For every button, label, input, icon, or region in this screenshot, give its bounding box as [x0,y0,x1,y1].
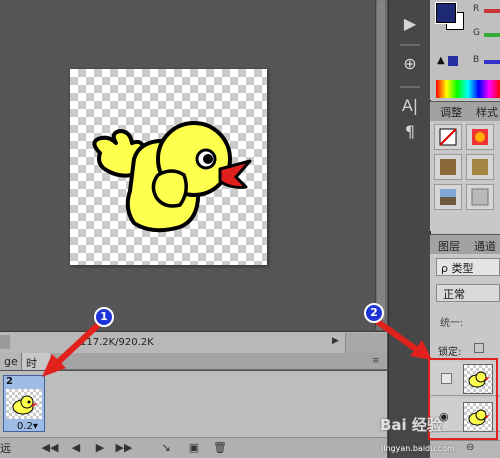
style-glow-icon[interactable] [466,124,494,150]
foreground-color-swatch[interactable] [436,3,456,23]
duplicate-frame-icon[interactable]: ▣ [184,438,204,457]
first-frame-icon[interactable]: ◀◀ [40,438,60,457]
character-icon[interactable]: A| [396,92,424,120]
step-badge-1: 1 [94,307,114,327]
panel-grip [400,86,420,88]
style-sky-icon[interactable] [434,184,462,210]
scrollbar-thumb[interactable] [377,0,385,320]
bird-artwork [92,121,252,233]
panel-menu-icon[interactable]: ≡ [372,356,380,366]
timeline-frames-area [0,371,387,437]
timeline-tab-bar [0,353,387,370]
tab-image[interactable]: ge [0,353,22,370]
channel-g-label: G [473,28,480,38]
style-none-icon[interactable] [434,124,462,150]
channel-b-slider[interactable] [484,60,500,64]
panel-grip [400,44,420,46]
blend-mode-select[interactable]: 正常 [436,284,500,302]
document-size-info: 117.2K/920.2K [80,337,154,348]
next-frame-icon[interactable]: ▶▶ [114,438,134,457]
channel-r-slider[interactable] [484,9,500,13]
tab-layers[interactable]: 图层 [438,238,460,254]
style-bevel-icon[interactable] [434,154,462,180]
watermark-url: jingyan.baidu.com [381,444,455,453]
unify-label: 统一: [440,318,464,329]
status-bar [0,331,387,353]
status-expand-icon[interactable]: ▶ [332,336,342,348]
tab-styles[interactable]: 样式 [476,104,498,120]
lock-transparent-pixels-toggle[interactable] [474,343,484,353]
layer-comp-icon[interactable]: ⊕ [396,50,424,78]
gamut-warning-icon[interactable]: ▲ [437,55,445,66]
channel-g-slider[interactable] [484,33,500,37]
document-canvas[interactable] [70,69,267,265]
step-badge-2: 2 [364,303,384,323]
channel-b-label: B [473,55,480,65]
loop-options[interactable]: 远 [0,440,11,456]
tab-adjustments[interactable]: 调整 [440,104,462,120]
baidu-watermark: Bai 经验 [380,416,442,434]
link-layers-icon[interactable]: ⊖ [466,442,474,453]
style-texture-icon[interactable] [466,154,494,180]
tab-channels[interactable]: 通道 [474,238,496,254]
frame-delay-select[interactable]: 0.2▾ [17,421,38,432]
color-spectrum[interactable] [436,80,500,98]
style-gray-icon[interactable] [466,184,494,210]
status-menu-button[interactable] [0,335,10,349]
frame-thumbnail [6,389,42,419]
paragraph-icon[interactable]: ¶ [396,118,424,146]
play-tool-icon[interactable]: ▶ [396,10,424,38]
previous-frame-icon[interactable]: ◀ [66,438,86,457]
gamut-swatch[interactable] [448,56,458,66]
tab-timeline[interactable]: 时间 [22,353,50,386]
frame-number: 2 [6,376,13,387]
lock-label: 锁定: [438,347,462,358]
channel-r-label: R [473,4,480,14]
status-bar-right [345,333,387,353]
play-icon[interactable]: ▶ [90,438,110,457]
delete-frame-icon[interactable]: 🗑 [210,438,230,457]
layer-kind-filter[interactable]: ρ 类型 [436,258,500,276]
tween-icon[interactable]: ↘ [156,438,176,457]
